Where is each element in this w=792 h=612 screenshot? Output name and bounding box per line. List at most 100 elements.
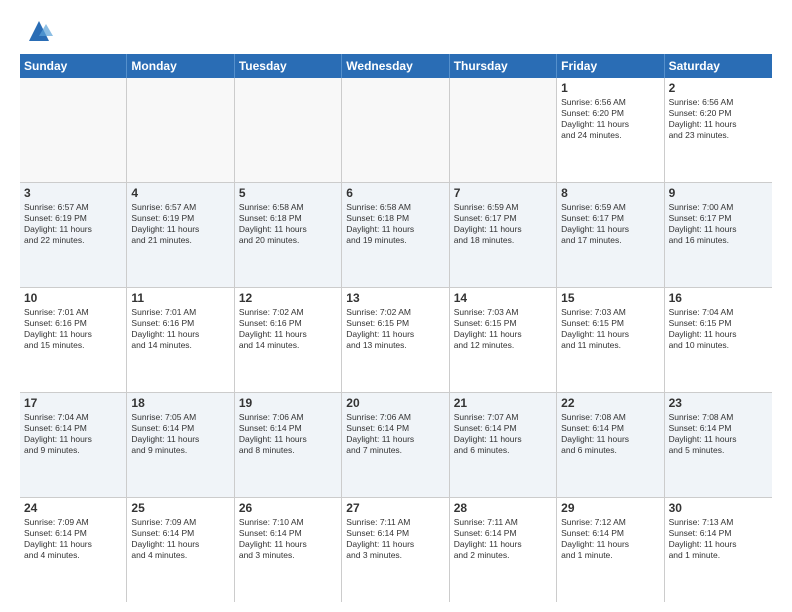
calendar-cell-0-4 [450,78,557,182]
calendar-cell-4-2: 26 Sunrise: 7:10 AM Sunset: 6:14 PM Dayli… [235,498,342,602]
cell-info: Sunrise: 7:09 AM Sunset: 6:14 PM Dayligh… [131,517,229,561]
calendar-cell-2-1: 11 Sunrise: 7:01 AM Sunset: 6:16 PM Dayli… [127,288,234,392]
day-number: 20 [346,396,444,410]
day-number: 26 [239,501,337,515]
calendar-cell-1-0: 3 Sunrise: 6:57 AM Sunset: 6:19 PM Daylig… [20,183,127,287]
day-number: 23 [669,396,768,410]
day-number: 29 [561,501,659,515]
cell-info: Sunrise: 7:04 AM Sunset: 6:14 PM Dayligh… [24,412,122,456]
header-cell-wednesday: Wednesday [342,54,449,78]
day-number: 10 [24,291,122,305]
calendar-cell-3-0: 17 Sunrise: 7:04 AM Sunset: 6:14 PM Dayli… [20,393,127,497]
calendar-cell-2-6: 16 Sunrise: 7:04 AM Sunset: 6:15 PM Dayli… [665,288,772,392]
calendar-cell-3-2: 19 Sunrise: 7:06 AM Sunset: 6:14 PM Dayli… [235,393,342,497]
calendar-row-4: 24 Sunrise: 7:09 AM Sunset: 6:14 PM Dayli… [20,498,772,602]
header-cell-saturday: Saturday [665,54,772,78]
logo-icon [24,16,54,46]
cell-info: Sunrise: 7:01 AM Sunset: 6:16 PM Dayligh… [24,307,122,351]
calendar-header: SundayMondayTuesdayWednesdayThursdayFrid… [20,54,772,78]
calendar-cell-1-6: 9 Sunrise: 7:00 AM Sunset: 6:17 PM Daylig… [665,183,772,287]
day-number: 15 [561,291,659,305]
calendar-cell-0-6: 2Sunrise: 6:56 AM Sunset: 6:20 PM Daylig… [665,78,772,182]
cell-info: Sunrise: 7:06 AM Sunset: 6:14 PM Dayligh… [346,412,444,456]
cell-info: Sunrise: 7:03 AM Sunset: 6:15 PM Dayligh… [454,307,552,351]
day-number: 24 [24,501,122,515]
day-number: 1 [561,81,659,95]
day-number: 19 [239,396,337,410]
day-number: 12 [239,291,337,305]
cell-info: Sunrise: 7:03 AM Sunset: 6:15 PM Dayligh… [561,307,659,351]
calendar-cell-1-5: 8 Sunrise: 6:59 AM Sunset: 6:17 PM Daylig… [557,183,664,287]
calendar-cell-0-1 [127,78,234,182]
cell-info: Sunrise: 7:13 AM Sunset: 6:14 PM Dayligh… [669,517,768,561]
cell-info: Sunrise: 6:57 AM Sunset: 6:19 PM Dayligh… [131,202,229,246]
calendar-cell-0-2 [235,78,342,182]
calendar-cell-0-5: 1Sunrise: 6:56 AM Sunset: 6:20 PM Daylig… [557,78,664,182]
day-number: 13 [346,291,444,305]
calendar-row-3: 17 Sunrise: 7:04 AM Sunset: 6:14 PM Dayli… [20,393,772,498]
calendar-body: 1 Sunrise: 6:56 AM Sunset: 6:20 PM Daylig… [20,78,772,602]
calendar-cell-0-0 [20,78,127,182]
cell-info: Sunrise: 6:59 AM Sunset: 6:17 PM Dayligh… [454,202,552,246]
day-number: 22 [561,396,659,410]
header-cell-thursday: Thursday [450,54,557,78]
calendar-row-0: 1 Sunrise: 6:56 AM Sunset: 6:20 PM Daylig… [20,78,772,183]
cell-info: Sunrise: 7:08 AM Sunset: 6:14 PM Dayligh… [561,412,659,456]
day-number: 18 [131,396,229,410]
calendar-cell-3-3: 20 Sunrise: 7:06 AM Sunset: 6:14 PM Dayli… [342,393,449,497]
cell-info: Sunrise: 6:58 AM Sunset: 6:18 PM Dayligh… [239,202,337,246]
day-number: 3 [24,186,122,200]
cell-info: Sunrise: 7:02 AM Sunset: 6:16 PM Dayligh… [239,307,337,351]
calendar-cell-3-5: 22 Sunrise: 7:08 AM Sunset: 6:14 PM Dayli… [557,393,664,497]
cell-info: Sunrise: 7:01 AM Sunset: 6:16 PM Dayligh… [131,307,229,351]
page: SundayMondayTuesdayWednesdayThursdayFrid… [0,0,792,612]
day-number: 4 [131,186,229,200]
calendar-cell-3-6: 23Sunrise: 7:08 AM Sunset: 6:14 PM Dayli… [665,393,772,497]
cell-info: Sunrise: 7:12 AM Sunset: 6:14 PM Dayligh… [561,517,659,561]
day-number: 30 [669,501,768,515]
calendar-cell-2-3: 13 Sunrise: 7:02 AM Sunset: 6:15 PM Dayli… [342,288,449,392]
day-number: 6 [346,186,444,200]
calendar-cell-4-3: 27Sunrise: 7:11 AM Sunset: 6:14 PM Dayli… [342,498,449,602]
day-number: 11 [131,291,229,305]
day-number: 9 [669,186,768,200]
calendar-cell-0-3 [342,78,449,182]
calendar-cell-4-6: 30 Sunrise: 7:13 AM Sunset: 6:14 PM Dayli… [665,498,772,602]
cell-info: Sunrise: 7:11 AM Sunset: 6:14 PM Dayligh… [454,517,552,561]
header-cell-tuesday: Tuesday [235,54,342,78]
calendar-cell-1-1: 4 Sunrise: 6:57 AM Sunset: 6:19 PM Daylig… [127,183,234,287]
calendar-cell-3-4: 21 Sunrise: 7:07 AM Sunset: 6:14 PM Dayli… [450,393,557,497]
cell-info: Sunrise: 7:10 AM Sunset: 6:14 PM Dayligh… [239,517,337,561]
header-cell-monday: Monday [127,54,234,78]
cell-info: Sunrise: 7:00 AM Sunset: 6:17 PM Dayligh… [669,202,768,246]
day-number: 16 [669,291,768,305]
cell-info: Sunrise: 7:11 AM Sunset: 6:14 PM Dayligh… [346,517,444,561]
cell-info: Sunrise: 6:58 AM Sunset: 6:18 PM Dayligh… [346,202,444,246]
calendar-cell-1-4: 7 Sunrise: 6:59 AM Sunset: 6:17 PM Daylig… [450,183,557,287]
calendar-cell-4-0: 24Sunrise: 7:09 AM Sunset: 6:14 PM Dayli… [20,498,127,602]
day-number: 21 [454,396,552,410]
calendar-cell-2-4: 14 Sunrise: 7:03 AM Sunset: 6:15 PM Dayli… [450,288,557,392]
cell-info: Sunrise: 7:02 AM Sunset: 6:15 PM Dayligh… [346,307,444,351]
header-cell-sunday: Sunday [20,54,127,78]
cell-info: Sunrise: 6:59 AM Sunset: 6:17 PM Dayligh… [561,202,659,246]
cell-info: Sunrise: 6:57 AM Sunset: 6:19 PM Dayligh… [24,202,122,246]
day-number: 14 [454,291,552,305]
cell-info: Sunrise: 7:07 AM Sunset: 6:14 PM Dayligh… [454,412,552,456]
calendar-cell-4-5: 29 Sunrise: 7:12 AM Sunset: 6:14 PM Dayli… [557,498,664,602]
calendar-row-1: 3 Sunrise: 6:57 AM Sunset: 6:19 PM Daylig… [20,183,772,288]
day-number: 8 [561,186,659,200]
day-number: 25 [131,501,229,515]
calendar-row-2: 10 Sunrise: 7:01 AM Sunset: 6:16 PM Dayli… [20,288,772,393]
cell-info: Sunrise: 7:05 AM Sunset: 6:14 PM Dayligh… [131,412,229,456]
logo [20,16,54,46]
cell-info: Sunrise: 7:06 AM Sunset: 6:14 PM Dayligh… [239,412,337,456]
calendar: SundayMondayTuesdayWednesdayThursdayFrid… [20,54,772,602]
calendar-cell-2-0: 10 Sunrise: 7:01 AM Sunset: 6:16 PM Dayli… [20,288,127,392]
day-number: 7 [454,186,552,200]
cell-info: Sunrise: 6:56 AM Sunset: 6:20 PM Dayligh… [669,97,768,141]
calendar-cell-4-1: 25 Sunrise: 7:09 AM Sunset: 6:14 PM Dayli… [127,498,234,602]
cell-info: Sunrise: 7:04 AM Sunset: 6:15 PM Dayligh… [669,307,768,351]
calendar-cell-4-4: 28Sunrise: 7:11 AM Sunset: 6:14 PM Dayli… [450,498,557,602]
day-number: 17 [24,396,122,410]
